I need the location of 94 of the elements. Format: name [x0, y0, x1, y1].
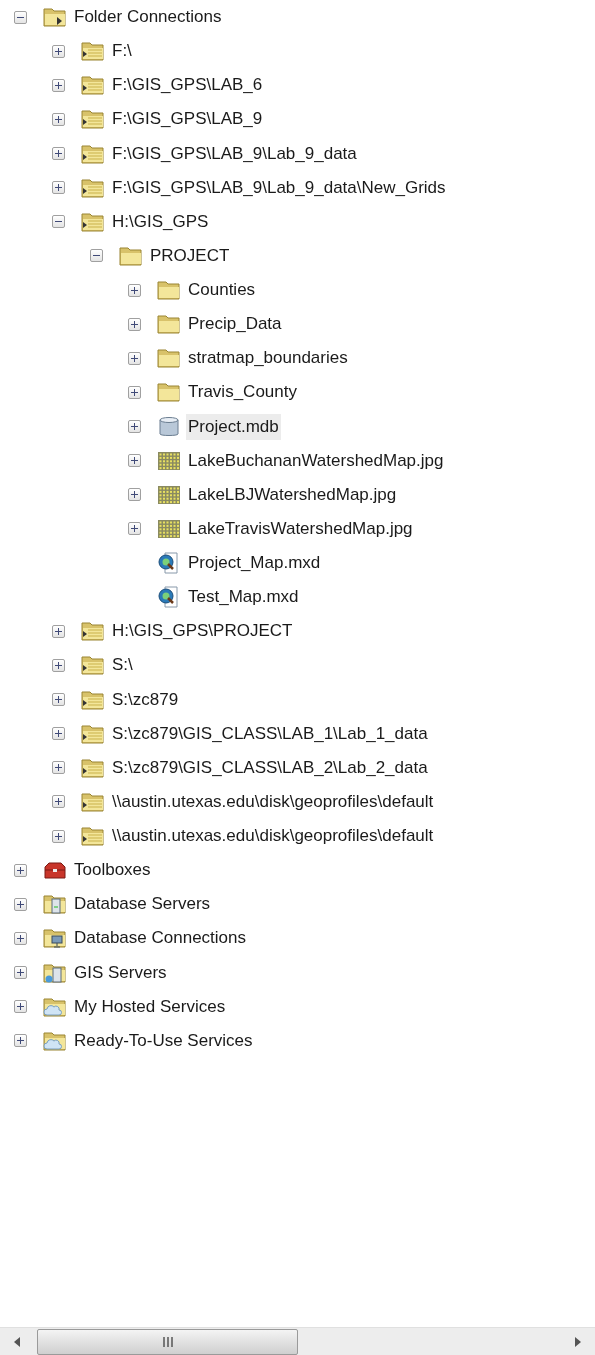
- tree-item[interactable]: \\austin.utexas.edu\disk\geoprofiles\default: [110, 788, 436, 815]
- folder-server-icon: [43, 961, 67, 984]
- tree-item[interactable]: S:\: [110, 652, 135, 679]
- tree-item[interactable]: S:\zc879: [110, 686, 181, 713]
- toolbox-icon: [43, 859, 67, 882]
- tree-item[interactable]: F:\GIS_GPS\LAB_6: [110, 72, 265, 99]
- tree-item[interactable]: Project.mdb: [186, 413, 281, 440]
- tree-item[interactable]: LakeTravisWatershedMap.jpg: [186, 515, 415, 542]
- folder-server-icon: [43, 893, 67, 916]
- expand-box-icon[interactable]: [52, 147, 65, 161]
- expand-box-icon[interactable]: [14, 863, 27, 877]
- expand-box-icon[interactable]: [52, 727, 65, 741]
- folder-arrow-icon: [81, 108, 105, 131]
- tree-item[interactable]: Database Servers: [72, 891, 213, 918]
- tree-item[interactable]: H:\GIS_GPS: [110, 208, 211, 235]
- folder-arrow-icon: [81, 688, 105, 711]
- tree-item[interactable]: Folder Connections: [72, 4, 224, 31]
- folder-monitor-icon: [43, 927, 67, 950]
- tree-item[interactable]: F:\GIS_GPS\LAB_9\Lab_9_data: [110, 140, 359, 167]
- expand-box-icon[interactable]: [52, 761, 65, 775]
- folder-arrow-icon: [81, 825, 105, 848]
- cylinder-icon: [157, 415, 181, 438]
- tree-item[interactable]: stratmap_boundaries: [186, 345, 350, 372]
- raster-grid-icon: [157, 483, 181, 506]
- expand-box-icon[interactable]: [52, 78, 65, 92]
- tree-item[interactable]: F:\: [110, 38, 134, 65]
- folder-arrow-icon: [81, 620, 105, 643]
- tree-item[interactable]: F:\GIS_GPS\LAB_9\Lab_9_data\New_Grids: [110, 174, 448, 201]
- raster-grid-icon: [157, 517, 181, 540]
- collapse-box-icon[interactable]: [14, 10, 27, 24]
- tree-item[interactable]: LakeLBJWatershedMap.jpg: [186, 481, 399, 508]
- expand-box-icon[interactable]: [52, 795, 65, 809]
- collapse-box-icon[interactable]: [52, 215, 65, 229]
- folder-arrow-icon: [81, 142, 105, 165]
- scrollbar-thumb[interactable]: [37, 1328, 298, 1355]
- expand-box-icon[interactable]: [128, 522, 141, 536]
- tree-item[interactable]: Database Connections: [72, 925, 248, 952]
- folder-arrow-icon: [81, 40, 105, 63]
- folder-icon: [157, 381, 181, 404]
- expand-box-icon[interactable]: [128, 454, 141, 468]
- expand-box-icon[interactable]: [128, 351, 141, 365]
- expand-box-icon[interactable]: [52, 693, 65, 707]
- map-document-icon: [157, 586, 181, 609]
- folder-cloud-icon: [43, 1029, 67, 1052]
- tree-item[interactable]: GIS Servers: [72, 959, 169, 986]
- folder-arrow-icon: [81, 74, 105, 97]
- expand-box-icon[interactable]: [52, 112, 65, 126]
- folder-arrow-icon: [43, 6, 67, 29]
- expand-box-icon[interactable]: [52, 624, 65, 638]
- map-document-icon: [157, 552, 181, 575]
- expand-box-icon[interactable]: [14, 897, 27, 911]
- tree-item[interactable]: \\austin.utexas.edu\disk\geoprofiles\default: [110, 823, 436, 850]
- expand-box-icon[interactable]: [52, 181, 65, 195]
- folder-arrow-icon: [81, 654, 105, 677]
- tree-item[interactable]: Ready-To-Use Services: [72, 1027, 255, 1054]
- expand-box-icon[interactable]: [128, 420, 141, 434]
- folder-icon: [157, 313, 181, 336]
- expand-box-icon[interactable]: [128, 488, 141, 502]
- folder-arrow-icon: [81, 210, 105, 233]
- tree-item[interactable]: Counties: [186, 277, 258, 304]
- expand-box-icon[interactable]: [14, 1034, 27, 1048]
- folder-icon: [119, 244, 143, 267]
- tree-item[interactable]: S:\zc879\GIS_CLASS\LAB_1\Lab_1_data: [110, 720, 430, 747]
- collapse-box-icon[interactable]: [90, 249, 103, 263]
- tree-item[interactable]: Toolboxes: [72, 857, 153, 884]
- folder-icon: [157, 279, 181, 302]
- tree-item[interactable]: F:\GIS_GPS\LAB_9: [110, 106, 265, 133]
- tree-item[interactable]: LakeBuchananWatershedMap.jpg: [186, 447, 446, 474]
- tree-item[interactable]: Project_Map.mxd: [186, 550, 323, 577]
- tree-item[interactable]: H:\GIS_GPS\PROJECT: [110, 618, 295, 645]
- folder-arrow-icon: [81, 176, 105, 199]
- folder-arrow-icon: [81, 722, 105, 745]
- expand-box-icon[interactable]: [14, 931, 27, 945]
- expand-box-icon[interactable]: [128, 385, 141, 399]
- folder-cloud-icon: [43, 995, 67, 1018]
- folder-arrow-icon: [81, 756, 105, 779]
- expand-box-icon[interactable]: [14, 966, 27, 980]
- expand-box-icon[interactable]: [128, 317, 141, 331]
- expand-box-icon[interactable]: [52, 44, 65, 58]
- raster-grid-icon: [157, 449, 181, 472]
- grip-icon: [162, 1335, 173, 1348]
- tree-item[interactable]: PROJECT: [148, 242, 232, 269]
- folder-icon: [157, 347, 181, 370]
- tree-item[interactable]: Test_Map.mxd: [186, 584, 301, 611]
- tree-item[interactable]: My Hosted Services: [72, 993, 228, 1020]
- horizontal-scrollbar[interactable]: [0, 1327, 595, 1355]
- tree-item[interactable]: Precip_Data: [186, 311, 284, 338]
- folder-arrow-icon: [81, 790, 105, 813]
- expand-box-icon[interactable]: [52, 658, 65, 672]
- tree-item[interactable]: S:\zc879\GIS_CLASS\LAB_2\Lab_2_data: [110, 754, 430, 781]
- expand-box-icon[interactable]: [128, 283, 141, 297]
- tree-item[interactable]: Travis_County: [186, 379, 299, 406]
- expand-box-icon[interactable]: [52, 829, 65, 843]
- expand-box-icon[interactable]: [14, 1000, 27, 1014]
